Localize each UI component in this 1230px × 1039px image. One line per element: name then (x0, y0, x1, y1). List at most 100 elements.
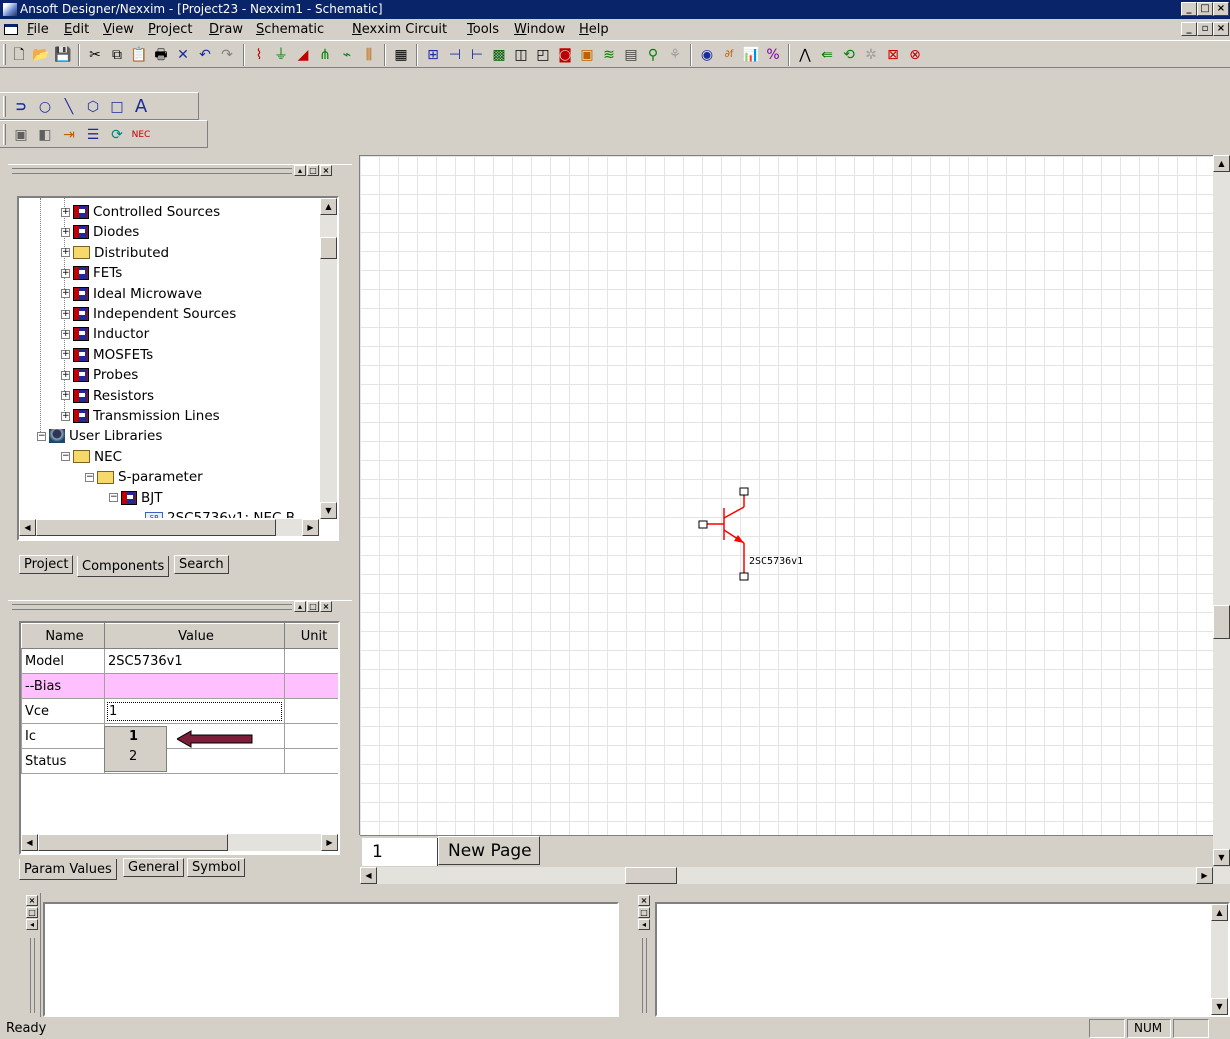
properties-panel-bar[interactable]: ▴ □ × (8, 600, 352, 613)
props-arrow-icon[interactable]: ▴ (294, 601, 306, 612)
line-tool-icon[interactable]: ╲ (58, 97, 80, 117)
header-unit[interactable]: Unit (284, 623, 338, 649)
harmonic-icon[interactable]: ▣ (576, 45, 598, 65)
abort-icon[interactable]: ⊠ (882, 45, 904, 65)
ground-icon[interactable]: ⏚ (270, 45, 292, 65)
table-row[interactable]: Model 2SC5736v1 (21, 648, 338, 674)
tune-icon[interactable]: ⊢ (466, 45, 488, 65)
tree-item[interactable]: + Distributed (61, 243, 169, 263)
analyze-icon[interactable]: ◉ (696, 45, 718, 65)
props-restore-icon[interactable]: □ (307, 601, 319, 612)
tree-item[interactable]: + Independent Sources (61, 304, 236, 324)
tree-horizontal-scrollbar[interactable]: ◀ ▶ (19, 519, 319, 536)
transient-icon[interactable]: ≋ (598, 45, 620, 65)
hscroll-thumb[interactable] (38, 834, 228, 851)
progress-vertical-scrollbar[interactable]: ▲ ▼ (1211, 904, 1228, 1015)
scroll-down-icon[interactable]: ▼ (320, 502, 337, 519)
scroll-up-icon[interactable]: ▲ (1211, 904, 1228, 921)
circle-tool-icon[interactable]: ○ (34, 97, 56, 117)
mdi-close-button[interactable]: × (1213, 22, 1229, 36)
expand-icon[interactable]: + (61, 391, 70, 401)
cell-unit[interactable] (284, 698, 338, 724)
component-tree[interactable]: + Controlled Sources + Diodes + Distributed + F… (17, 196, 339, 541)
dropdown-option[interactable]: 2 (105, 747, 166, 767)
expand-icon[interactable]: − (85, 472, 94, 482)
scroll-up-icon[interactable]: ▲ (320, 198, 337, 215)
vce-value-editor[interactable]: 1 (107, 701, 282, 721)
props-close-icon[interactable]: × (320, 601, 332, 612)
tree-item[interactable]: + MOSFETs (61, 345, 153, 365)
close-button[interactable]: × (1213, 2, 1229, 16)
pane-arrow-icon[interactable]: ◂ (26, 919, 38, 930)
pane-close-icon[interactable]: × (26, 895, 38, 906)
table-row[interactable]: Vce 1 (21, 698, 338, 724)
text-tool-icon[interactable]: A (130, 97, 152, 117)
menu-draw[interactable]: Draw (209, 21, 243, 38)
page-connector-icon[interactable]: ⌁ (336, 45, 358, 65)
expand-icon[interactable]: + (61, 268, 70, 278)
canvas-vertical-scrollbar[interactable]: ▲ ▼ (1213, 155, 1230, 866)
header-name[interactable]: Name (21, 623, 105, 649)
tab-symbol[interactable]: Symbol (187, 858, 246, 877)
cell-value[interactable]: 2SC5736v1 (104, 648, 285, 674)
panel-restore-icon[interactable]: □ (307, 165, 319, 176)
transistor-symbol[interactable] (690, 481, 830, 591)
expand-icon[interactable]: + (61, 227, 70, 237)
table-row[interactable]: Status (21, 748, 338, 774)
yield-icon[interactable]: ◰ (532, 45, 554, 65)
open-icon[interactable]: 📂 (30, 45, 52, 65)
distribute-icon[interactable]: ☰ (82, 125, 104, 145)
hscroll-thumb[interactable] (36, 519, 276, 536)
tree-item[interactable]: + Controlled Sources (61, 202, 220, 222)
vscroll-thumb[interactable] (1213, 605, 1230, 639)
vce-dropdown-list[interactable]: 1 2 (104, 726, 167, 772)
netlist-icon[interactable]: ▦ (390, 45, 412, 65)
expand-icon[interactable]: + (61, 370, 70, 380)
canvas-horizontal-scrollbar[interactable]: ◀ ▶ (360, 867, 1230, 884)
disabled-2-icon[interactable]: ✲ (860, 45, 882, 65)
scroll-left-icon[interactable]: ◀ (21, 834, 38, 851)
page-tab-1[interactable]: 1 (362, 838, 438, 866)
props-horizontal-scrollbar[interactable]: ◀ ▶ (21, 834, 338, 851)
cell-unit[interactable] (284, 723, 338, 749)
menu-window[interactable]: Window (514, 21, 565, 38)
sensitivity-icon[interactable]: ◙ (554, 45, 576, 65)
menu-view[interactable]: View (103, 21, 134, 38)
mdi-restore-button[interactable]: ▫ (1197, 22, 1213, 36)
progress-window[interactable]: ▲ ▼ (655, 902, 1230, 1017)
align-icon[interactable]: ⇥ (58, 125, 80, 145)
pane-restore-icon[interactable]: □ (26, 907, 38, 918)
components-panel-bar[interactable]: ▴ □ × (8, 164, 352, 177)
tree-item[interactable]: + Probes (61, 365, 138, 385)
copy-icon[interactable]: ⧉ (106, 45, 128, 65)
pop-icon[interactable]: ⟲ (838, 45, 860, 65)
tree-item[interactable]: + Inductor (61, 324, 149, 344)
tab-components[interactable]: Components (77, 556, 170, 577)
menu-tools[interactable]: Tools (467, 21, 499, 38)
undo-icon[interactable]: ↶ (194, 45, 216, 65)
linear-icon[interactable]: ⚲ (642, 45, 664, 65)
pane-restore-icon[interactable]: □ (638, 907, 650, 918)
menu-edit[interactable]: Edit (64, 21, 89, 38)
scroll-right-icon[interactable]: ▶ (302, 519, 319, 536)
expand-icon[interactable]: + (61, 309, 70, 319)
page-tab-new-page[interactable]: New Page (438, 836, 540, 865)
tab-general[interactable]: General (123, 858, 185, 877)
cell-unit[interactable] (284, 648, 338, 674)
message-pane-bar[interactable]: × □ ◂ (23, 893, 41, 1017)
maximize-button[interactable]: □ (1197, 2, 1213, 16)
expand-icon[interactable]: + (61, 411, 70, 421)
mdi-minimize-button[interactable]: _ (1181, 22, 1197, 36)
derivative-icon[interactable]: ∂f (718, 45, 740, 65)
nec-icon[interactable]: NEC (130, 125, 152, 145)
scroll-down-icon[interactable]: ▼ (1211, 998, 1228, 1015)
rotate-icon[interactable]: ⟳ (106, 125, 128, 145)
scroll-up-icon[interactable]: ▲ (1213, 155, 1230, 172)
schematic-canvas[interactable]: 2SC5736v1 (359, 155, 1213, 835)
progress-pane-bar[interactable]: × □ ◂ (635, 893, 653, 1017)
tab-project[interactable]: Project (19, 555, 74, 574)
menu-help[interactable]: Help (579, 21, 609, 38)
tree-vertical-scrollbar[interactable]: ▲ ▼ (320, 198, 337, 519)
expand-icon[interactable]: − (61, 452, 70, 462)
paste-icon[interactable]: 📋 (128, 45, 150, 65)
